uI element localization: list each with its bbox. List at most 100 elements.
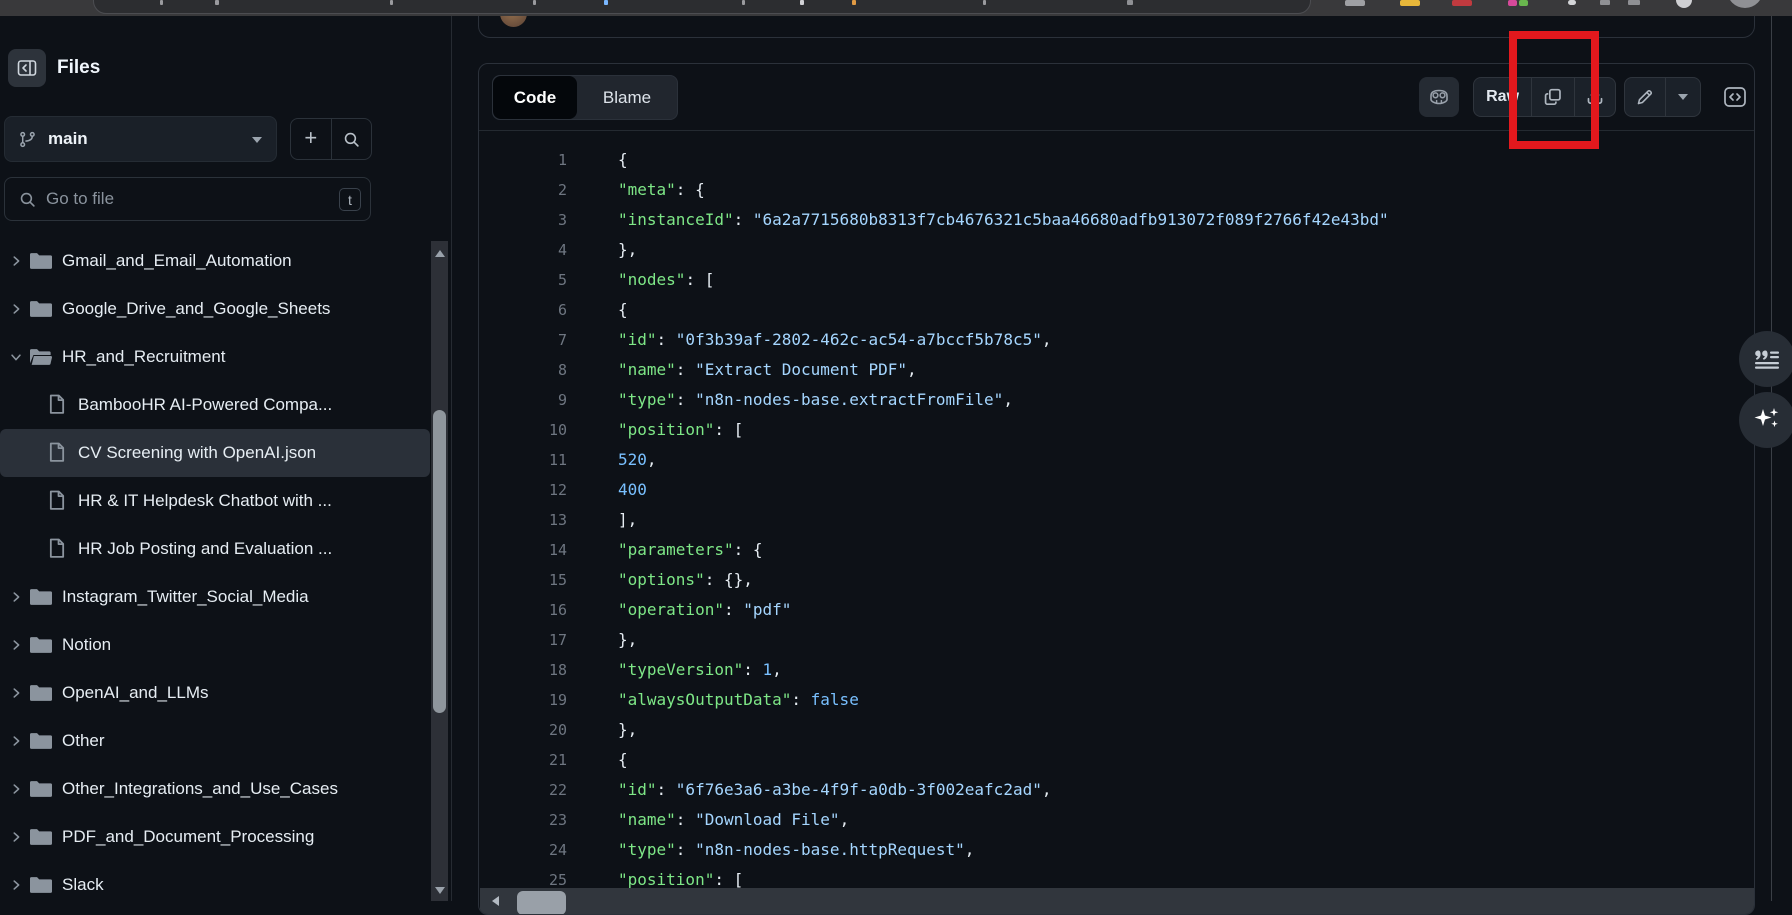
- tree-item-hr-job-posting-and-evaluation[interactable]: HR Job Posting and Evaluation ...: [0, 525, 430, 573]
- code-line-text: "operation": "pdf": [567, 595, 791, 625]
- line-number[interactable]: 20: [479, 715, 567, 745]
- tree-item-label: CV Screening with OpenAI.json: [78, 443, 316, 463]
- new-file-button[interactable]: +: [291, 119, 331, 159]
- tree-item-label: Instagram_Twitter_Social_Media: [62, 587, 309, 607]
- edit-file-button[interactable]: [1625, 78, 1665, 116]
- line-number[interactable]: 5: [479, 265, 567, 295]
- addressbar-text-fragment: [215, 0, 219, 5]
- tree-item-other-integrations-and-use-cases[interactable]: Other_Integrations_and_Use_Cases: [0, 765, 430, 813]
- line-number[interactable]: 14: [479, 535, 567, 565]
- line-number[interactable]: 15: [479, 565, 567, 595]
- ai-sparkle-button[interactable]: [1739, 392, 1792, 448]
- extension-icon-yellow[interactable]: [1400, 0, 1420, 6]
- go-to-file-placeholder: Go to file: [46, 189, 114, 209]
- line-number[interactable]: 8: [479, 355, 567, 385]
- line-number[interactable]: 4: [479, 235, 567, 265]
- toolbar-icon[interactable]: [1628, 0, 1640, 5]
- folder-icon: [30, 300, 52, 318]
- branch-selector[interactable]: main: [4, 116, 277, 162]
- tab-code[interactable]: Code: [493, 76, 577, 119]
- line-number[interactable]: 17: [479, 625, 567, 655]
- line-number[interactable]: 23: [479, 805, 567, 835]
- folder-icon: [30, 588, 52, 606]
- code-view-header: Code Blame Raw: [479, 64, 1754, 131]
- code-line: 6{: [479, 295, 1754, 325]
- line-number[interactable]: 1: [479, 145, 567, 175]
- code-line-text: "position": [: [567, 415, 743, 445]
- symbols-panel-button[interactable]: [1715, 77, 1755, 117]
- horizontal-scrollbar-thumb[interactable]: [517, 891, 566, 915]
- collapse-file-tree-button[interactable]: [8, 49, 46, 87]
- code-line-text: {: [567, 295, 628, 325]
- code-line: 9"type": "n8n-nodes-base.extractFromFile…: [479, 385, 1754, 415]
- chevron-down-icon: [252, 137, 262, 143]
- browser-profile-avatar[interactable]: [1727, 0, 1763, 8]
- download-raw-file-button[interactable]: [1574, 78, 1615, 116]
- tree-item-pdf-and-document-processing[interactable]: PDF_and_Document_Processing: [0, 813, 430, 861]
- copilot-button[interactable]: [1419, 77, 1459, 117]
- tree-item-openai-and-llms[interactable]: OpenAI_and_LLMs: [0, 669, 430, 717]
- plus-icon: +: [304, 127, 317, 149]
- chevron-right-icon: [9, 830, 23, 844]
- file-icon: [48, 538, 66, 559]
- tree-item-cv-screening-with-openai-json[interactable]: CV Screening with OpenAI.json: [0, 429, 430, 477]
- code-horizontal-scrollbar[interactable]: [480, 888, 1754, 915]
- tree-item-hr-and-recruitment[interactable]: HR_and_Recruitment: [0, 333, 430, 381]
- line-number[interactable]: 22: [479, 775, 567, 805]
- line-number[interactable]: 21: [479, 745, 567, 775]
- code-line: 23"name": "Download File",: [479, 805, 1754, 835]
- copy-raw-file-button[interactable]: [1531, 78, 1573, 116]
- scrollbar-down-arrow[interactable]: [435, 887, 445, 894]
- quote-summary-button[interactable]: [1739, 331, 1792, 387]
- line-number[interactable]: 2: [479, 175, 567, 205]
- tree-item-hr-it-helpdesk-chatbot-with[interactable]: HR & IT Helpdesk Chatbot with ...: [0, 477, 430, 525]
- line-number[interactable]: 24: [479, 835, 567, 865]
- line-number[interactable]: 10: [479, 415, 567, 445]
- line-number[interactable]: 9: [479, 385, 567, 415]
- tree-item-slack[interactable]: Slack: [0, 861, 430, 909]
- keyboard-shortcut-badge: t: [339, 188, 361, 211]
- file-tree-sidebar: Files main + Go to file t Gmail_and_Ema: [0, 16, 452, 901]
- sidebar-scrollbar-thumb[interactable]: [433, 410, 446, 713]
- code-line-text: "instanceId": "6a2a7715680b8313f7cb46763…: [567, 205, 1389, 235]
- raw-button[interactable]: Raw: [1474, 78, 1531, 116]
- toolbar-circle-icon[interactable]: [1676, 0, 1692, 8]
- line-number[interactable]: 7: [479, 325, 567, 355]
- tab-blame[interactable]: Blame: [577, 76, 677, 119]
- scrollbar-left-arrow[interactable]: [492, 896, 499, 906]
- tree-item-notion[interactable]: Notion: [0, 621, 430, 669]
- code-line: 2"meta": {: [479, 175, 1754, 205]
- code-line: 17},: [479, 625, 1754, 655]
- extension-icon-pink[interactable]: [1508, 0, 1517, 6]
- tree-actions-group: +: [290, 118, 372, 160]
- scrollbar-up-arrow[interactable]: [435, 250, 445, 257]
- file-tree: Gmail_and_Email_Automation Google_Drive_a…: [0, 237, 430, 909]
- code-blame-tabs: Code Blame: [492, 75, 678, 120]
- chevron-down-icon: [1678, 94, 1688, 100]
- search-tree-button[interactable]: [331, 119, 372, 159]
- line-number[interactable]: 3: [479, 205, 567, 235]
- extension-icon[interactable]: [1345, 0, 1365, 6]
- toolbar-icon[interactable]: [1600, 0, 1610, 5]
- tree-item-google-drive-and-google-sheets[interactable]: Google_Drive_and_Google_Sheets: [0, 285, 430, 333]
- line-number[interactable]: 16: [479, 595, 567, 625]
- code-line-text: "id": "6f76e3a6-a3be-4f9f-a0db-3f002eafc…: [567, 775, 1051, 805]
- code-line-text: {: [567, 745, 628, 775]
- code-line: 12400: [479, 475, 1754, 505]
- edit-options-dropdown[interactable]: [1665, 78, 1700, 116]
- tree-item-bamboohr-ai-powered-compa[interactable]: BambooHR AI-Powered Compa...: [0, 381, 430, 429]
- tree-item-instagram-twitter-social-media[interactable]: Instagram_Twitter_Social_Media: [0, 573, 430, 621]
- tree-item-other[interactable]: Other: [0, 717, 430, 765]
- tree-item-gmail-and-email-automation[interactable]: Gmail_and_Email_Automation: [0, 237, 430, 285]
- tree-item-label: Gmail_and_Email_Automation: [62, 251, 292, 271]
- line-number[interactable]: 19: [479, 685, 567, 715]
- toolbar-dot-icon[interactable]: [1568, 0, 1576, 5]
- line-number[interactable]: 11: [479, 445, 567, 475]
- line-number[interactable]: 13: [479, 505, 567, 535]
- line-number[interactable]: 12: [479, 475, 567, 505]
- go-to-file-input[interactable]: Go to file t: [4, 177, 371, 221]
- extension-icon-red[interactable]: [1452, 0, 1472, 6]
- extension-icon-green[interactable]: [1519, 0, 1528, 6]
- line-number[interactable]: 18: [479, 655, 567, 685]
- line-number[interactable]: 6: [479, 295, 567, 325]
